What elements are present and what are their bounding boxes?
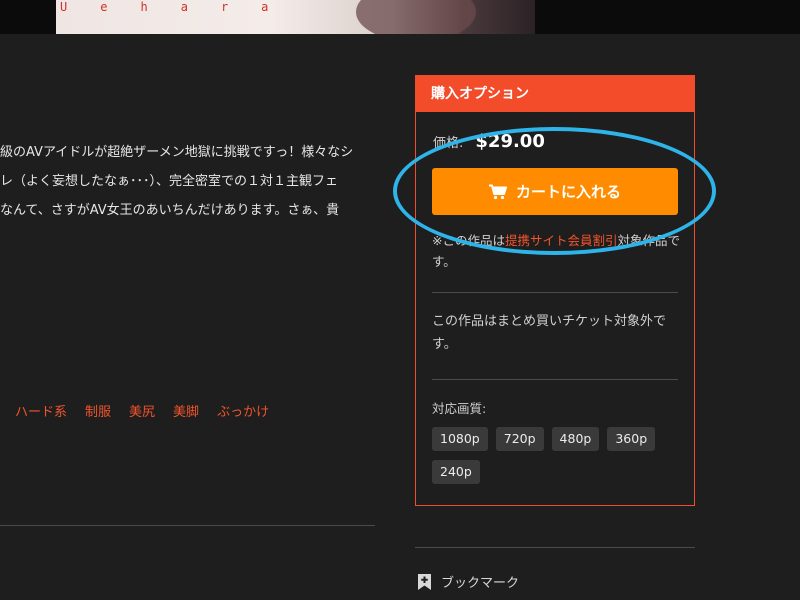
- tag-link[interactable]: 美脚: [173, 401, 199, 420]
- resolution-chip: 240p: [432, 460, 480, 484]
- discount-note: ※この作品は提携サイト会員割引対象作品です。: [432, 230, 682, 272]
- content-divider: [0, 525, 375, 526]
- tag-link[interactable]: 美尻: [129, 401, 155, 420]
- banner-portrait: [356, 0, 476, 34]
- banner-letter: a: [261, 0, 269, 14]
- quality-label: 対応画質:: [432, 401, 487, 416]
- bookmark-plus-icon: [418, 573, 431, 590]
- resolution-chip: 1080p: [432, 427, 488, 451]
- description-line: 級のAVアイドルが超絶ザーメン地獄に挑戦ですっ！様々なシ: [0, 145, 354, 160]
- product-description: 級のAVアイドルが超絶ザーメン地獄に挑戦ですっ！様々なシ レ（よく妄想したなぁ･…: [0, 138, 378, 225]
- price-value: $29.00: [475, 131, 545, 152]
- tag-link[interactable]: 制服: [85, 401, 111, 420]
- banner-letter: r: [220, 0, 229, 14]
- add-to-cart-button[interactable]: カートに入れる: [432, 168, 678, 215]
- banner-letter: a: [180, 0, 188, 14]
- resolution-chip: 480p: [551, 427, 600, 451]
- resolution-list: 1080p 720p 480p 360p 240p: [432, 427, 682, 484]
- resolution-chip: 720p: [495, 427, 544, 451]
- affiliate-discount-link[interactable]: 提携サイト会員割引: [505, 233, 618, 248]
- purchase-options-panel: 購入オプション 価格: $29.00 カートに入れる ※この作品は提携サイト会員…: [415, 75, 695, 506]
- banner-letter: e: [100, 0, 108, 14]
- resolution-chip: 360p: [607, 427, 656, 451]
- panel-divider: [432, 379, 678, 380]
- add-to-cart-label: カートに入れる: [515, 183, 621, 201]
- discount-note-prefix: ※この作品は: [432, 233, 505, 248]
- banner-letter: h: [140, 0, 148, 14]
- cart-icon: [488, 184, 507, 199]
- description-line: なんて、さすがAV女王のあいちんだけあります。さぁ、貴: [0, 203, 340, 218]
- bookmark-label: ブックマーク: [441, 576, 520, 591]
- sidebar-divider: [415, 547, 695, 548]
- banner-name-letters: U e h a r a: [56, 0, 360, 34]
- purchase-options-title: 購入オプション: [416, 76, 694, 112]
- banner-letter: U: [60, 0, 68, 14]
- panel-divider: [432, 292, 678, 293]
- tag-list: ハード系 制服 美尻 美脚 ぶっかけ: [15, 401, 269, 420]
- banner-image[interactable]: U e h a r a: [56, 0, 535, 34]
- bookmark-button[interactable]: ブックマーク: [418, 572, 519, 591]
- tag-link[interactable]: ぶっかけ: [217, 401, 269, 420]
- tag-link[interactable]: ハード系: [15, 401, 67, 420]
- ticket-note: この作品はまとめ買いチケット対象外です。: [432, 314, 667, 352]
- price-row: 価格: $29.00: [433, 131, 545, 152]
- price-label: 価格:: [433, 136, 464, 151]
- description-line: レ（よく妄想したなぁ･･･）、完全密室での１対１主観フェ: [0, 174, 339, 189]
